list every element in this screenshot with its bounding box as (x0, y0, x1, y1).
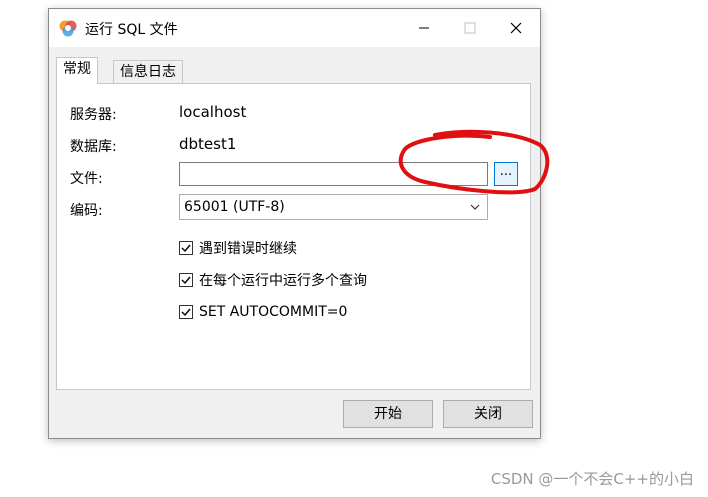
title-bar[interactable]: 运行 SQL 文件 (49, 9, 540, 47)
minimize-icon (419, 27, 429, 29)
database-value: dbtest1 (179, 135, 237, 153)
chevron-down-icon (470, 204, 480, 210)
continue-on-error-checkbox[interactable] (179, 241, 193, 255)
database-label: 数据库: (70, 139, 117, 155)
close-window-button[interactable] (493, 9, 539, 47)
multiple-queries-checkbox[interactable] (179, 273, 193, 287)
tab-general[interactable]: 常规 (56, 57, 98, 84)
multiple-queries-option[interactable]: 在每个运行中运行多个查询 (179, 271, 367, 289)
browse-file-button[interactable]: ... (494, 162, 518, 186)
maximize-icon (464, 22, 476, 34)
checkmark-icon (181, 308, 191, 317)
start-button[interactable]: 开始 (343, 400, 433, 428)
encoding-select-value: 65001 (UTF-8) (184, 199, 285, 215)
window-title: 运行 SQL 文件 (85, 22, 178, 38)
file-label: 文件: (70, 171, 103, 187)
minimize-button[interactable] (401, 9, 447, 47)
encoding-select[interactable]: 65001 (UTF-8) (179, 194, 488, 220)
maximize-button[interactable] (447, 9, 493, 47)
encoding-label: 编码: (70, 203, 103, 219)
file-path-input[interactable] (179, 162, 488, 186)
server-value: localhost (179, 103, 247, 121)
navicat-app-icon (59, 20, 77, 37)
autocommit-checkbox[interactable] (179, 305, 193, 319)
autocommit-label: SET AUTOCOMMIT=0 (199, 304, 348, 320)
autocommit-option[interactable]: SET AUTOCOMMIT=0 (179, 303, 347, 321)
run-sql-file-dialog: 运行 SQL 文件 常规 信息日志 服务器: localhost 数据库: db… (48, 8, 541, 439)
csdn-watermark: CSDN @一个不会C++的小白 (490, 470, 694, 488)
general-tab-panel: 服务器: localhost 数据库: dbtest1 文件: ... 编码: … (56, 83, 531, 390)
multiple-queries-label: 在每个运行中运行多个查询 (199, 273, 367, 289)
close-icon (510, 22, 522, 34)
close-button[interactable]: 关闭 (443, 400, 533, 428)
checkmark-icon (181, 276, 191, 285)
server-label: 服务器: (70, 107, 117, 123)
checkmark-icon (181, 244, 191, 253)
tab-info-log[interactable]: 信息日志 (113, 60, 183, 84)
continue-on-error-label: 遇到错误时继续 (199, 241, 297, 257)
continue-on-error-option[interactable]: 遇到错误时继续 (179, 239, 297, 257)
